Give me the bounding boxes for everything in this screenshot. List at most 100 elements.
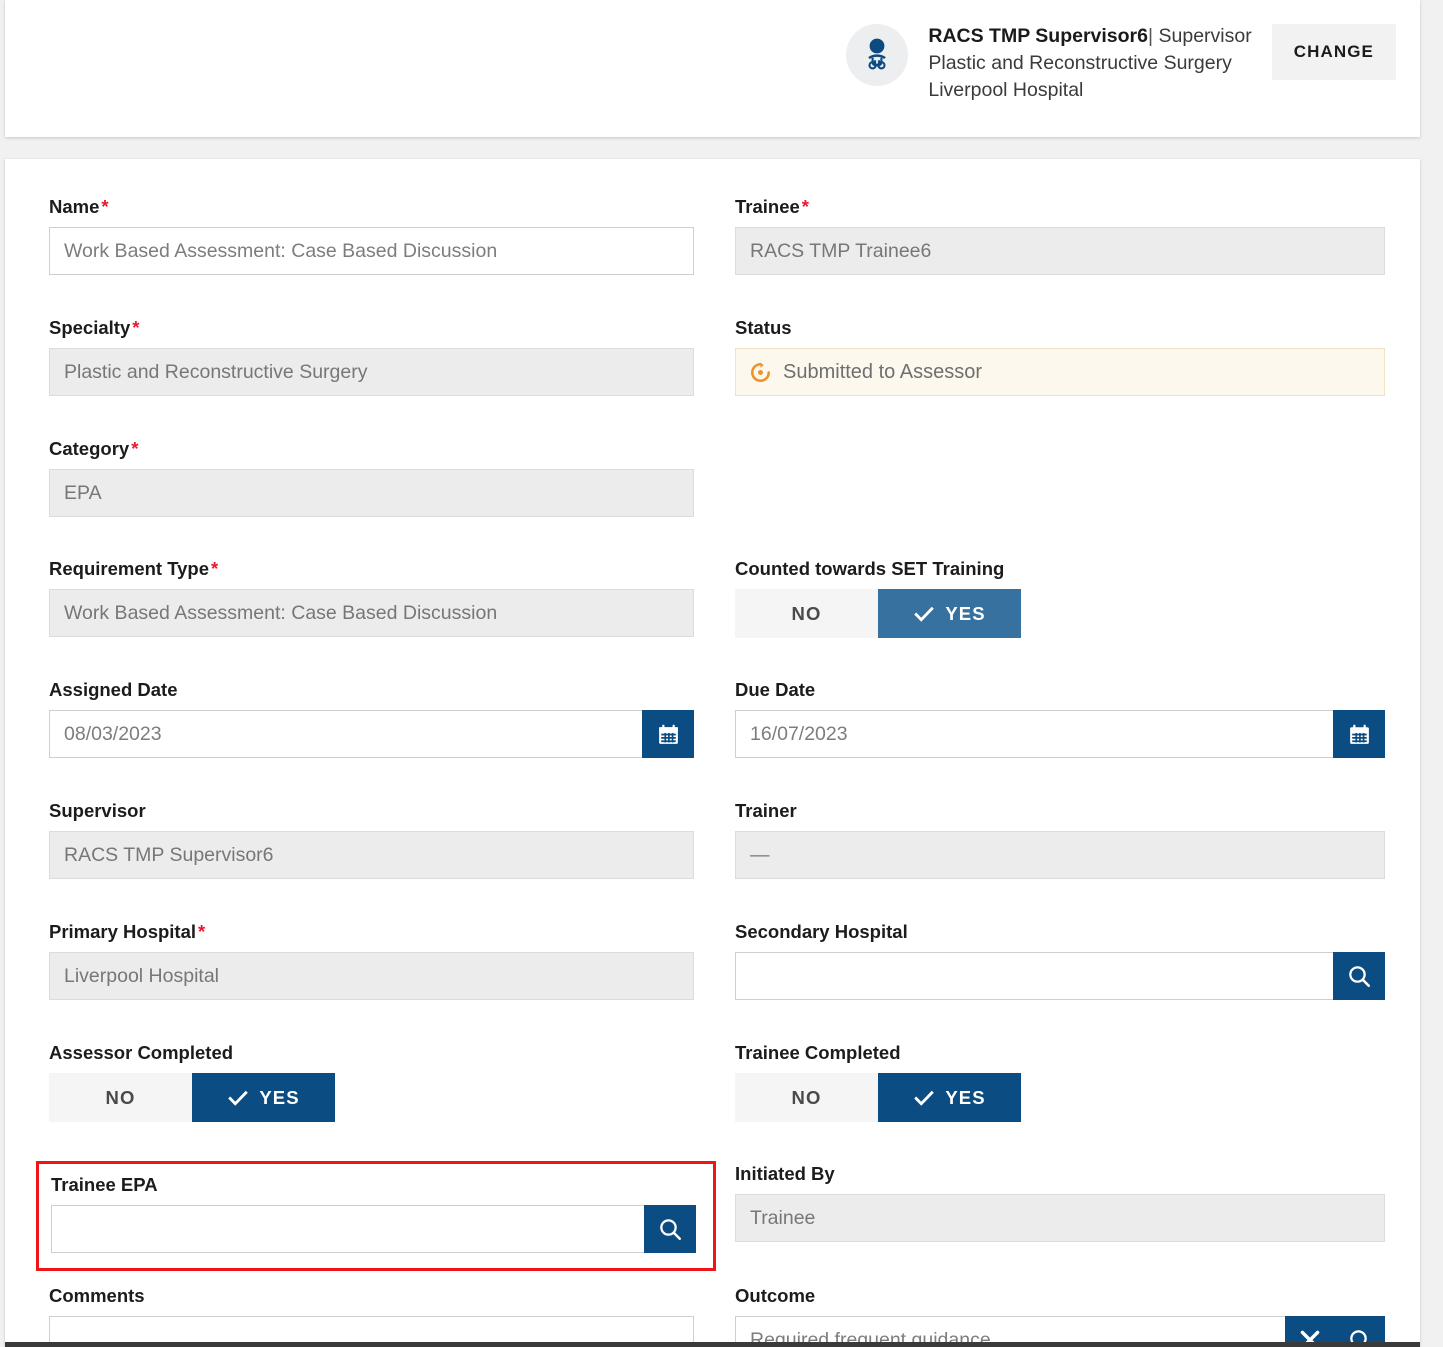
search-icon — [1346, 963, 1372, 989]
field-primary-hospital: Primary Hospital * — [49, 921, 694, 1000]
page-root: RACS TMP Supervisor6| Supervisor Plastic… — [0, 0, 1443, 1347]
label-supervisor: Supervisor — [49, 800, 146, 821]
label-trainee: Trainee * — [735, 196, 809, 217]
user-name: RACS TMP Supervisor6 — [928, 25, 1148, 47]
trainee-input — [735, 227, 1385, 275]
counted-set-yes-button[interactable]: YES — [878, 589, 1021, 638]
change-button[interactable]: CHANGE — [1271, 24, 1396, 80]
label-specialty: Specialty * — [49, 317, 140, 338]
trainee-completed-no-button[interactable]: NO — [735, 1073, 878, 1122]
label-comments: Comments — [49, 1285, 145, 1306]
user-specialty: Plastic and Reconstructive Surgery — [928, 52, 1232, 74]
field-assessor-completed: Assessor Completed NO YES — [49, 1042, 694, 1122]
counted-set-training-toggle: NO YES — [735, 589, 1385, 638]
assessor-completed-yes-button[interactable]: YES — [192, 1073, 335, 1122]
requirement-form-card: Name* Specialty* Category* Requirement T… — [5, 159, 1420, 1347]
due-date-row — [735, 710, 1385, 758]
trainer-input — [735, 831, 1385, 879]
counted-set-no-button[interactable]: NO — [735, 589, 878, 638]
user-info-text: RACS TMP Supervisor6| Supervisor Plastic… — [928, 20, 1251, 104]
field-name: Name * — [49, 196, 694, 275]
assigned-date-row — [49, 710, 694, 758]
required-marker: * — [198, 921, 206, 942]
field-requirement-type: Requirement Type * — [49, 558, 694, 637]
pending-clock-icon — [749, 361, 772, 384]
requirement-type-input — [49, 589, 694, 637]
label-outcome: Outcome — [735, 1285, 816, 1306]
calendar-icon — [1347, 722, 1372, 747]
supervisor-input — [49, 831, 694, 879]
label-category: Category * — [49, 438, 139, 459]
check-icon — [227, 1087, 249, 1109]
check-icon — [913, 1087, 935, 1109]
label-due-date: Due Date — [735, 679, 816, 700]
trainee-epa-input[interactable] — [51, 1205, 644, 1253]
user-context-block: RACS TMP Supervisor6| Supervisor Plastic… — [846, 20, 1396, 104]
assessor-completed-toggle: NO YES — [49, 1073, 694, 1122]
bottom-bar — [5, 1342, 1420, 1347]
field-category: Category * — [49, 438, 694, 517]
assigned-date-input[interactable] — [49, 710, 642, 758]
label-primary-hospital: Primary Hospital * — [49, 921, 206, 942]
search-icon — [657, 1216, 683, 1242]
label-secondary-hospital: Secondary Hospital — [735, 921, 908, 942]
assessor-completed-no-button[interactable]: NO — [49, 1073, 192, 1122]
field-outcome: Outcome — [735, 1285, 1385, 1347]
counted-set-yes-label: YES — [945, 602, 986, 624]
due-date-calendar-button[interactable] — [1333, 710, 1385, 758]
field-comments: Comments — [49, 1285, 694, 1347]
trainee-completed-yes-label: YES — [945, 1086, 986, 1108]
user-doctor-icon — [857, 35, 897, 75]
trainee-epa-highlight: Trainee EPA — [36, 1161, 716, 1271]
field-trainee: Trainee * — [735, 196, 1385, 275]
user-separator: | — [1148, 25, 1154, 47]
status-text: Submitted to Assessor — [783, 360, 982, 383]
category-input — [49, 469, 694, 517]
form-grid: Name* Specialty* Category* Requirement T… — [5, 159, 1420, 1347]
required-marker: * — [101, 196, 109, 217]
field-secondary-hospital: Secondary Hospital — [735, 921, 1385, 1000]
required-marker: * — [801, 196, 809, 217]
label-trainee-completed: Trainee Completed — [735, 1042, 901, 1063]
field-specialty: Specialty * — [49, 317, 694, 396]
field-initiated-by: Initiated By — [735, 1163, 1385, 1242]
label-status: Status — [735, 317, 792, 338]
initiated-by-input — [735, 1194, 1385, 1242]
header-card: RACS TMP Supervisor6| Supervisor Plastic… — [5, 0, 1420, 137]
label-requirement-type: Requirement Type * — [49, 558, 219, 579]
field-trainer: Trainer — [735, 800, 1385, 879]
label-trainee-epa: Trainee EPA — [51, 1174, 158, 1195]
label-assigned-date: Assigned Date — [49, 679, 178, 700]
label-name: Name * — [49, 196, 109, 217]
required-marker: * — [131, 438, 139, 459]
field-counted-set-training: Counted towards SET Training NO YES — [735, 558, 1385, 638]
field-assigned-date: Assigned Date — [49, 679, 694, 758]
user-hospital: Liverpool Hospital — [928, 79, 1084, 101]
trainee-completed-yes-button[interactable]: YES — [878, 1073, 1021, 1122]
trainee-epa-search-button[interactable] — [644, 1205, 696, 1253]
label-initiated-by: Initiated By — [735, 1163, 835, 1184]
trainee-epa-row — [51, 1205, 696, 1253]
field-trainee-completed: Trainee Completed NO YES — [735, 1042, 1385, 1122]
assessor-completed-yes-label: YES — [259, 1086, 300, 1108]
assigned-date-calendar-button[interactable] — [642, 710, 694, 758]
primary-hospital-input — [49, 952, 694, 1000]
secondary-hospital-row — [735, 952, 1385, 1000]
required-marker: * — [211, 558, 219, 579]
field-supervisor: Supervisor — [49, 800, 694, 879]
avatar — [846, 24, 909, 86]
name-input[interactable] — [49, 227, 694, 275]
user-role: Supervisor — [1158, 25, 1252, 47]
field-status: Status Submitted to Assessor — [735, 317, 1385, 396]
trainee-completed-toggle: NO YES — [735, 1073, 1385, 1122]
secondary-hospital-search-button[interactable] — [1333, 952, 1385, 1000]
label-trainer: Trainer — [735, 800, 797, 821]
status-badge: Submitted to Assessor — [735, 348, 1385, 396]
due-date-input[interactable] — [735, 710, 1333, 758]
specialty-input — [49, 348, 694, 396]
secondary-hospital-input[interactable] — [735, 952, 1333, 1000]
required-marker: * — [132, 317, 140, 338]
label-assessor-completed: Assessor Completed — [49, 1042, 234, 1063]
label-counted-set-training: Counted towards SET Training — [735, 558, 1005, 579]
field-due-date: Due Date — [735, 679, 1385, 758]
